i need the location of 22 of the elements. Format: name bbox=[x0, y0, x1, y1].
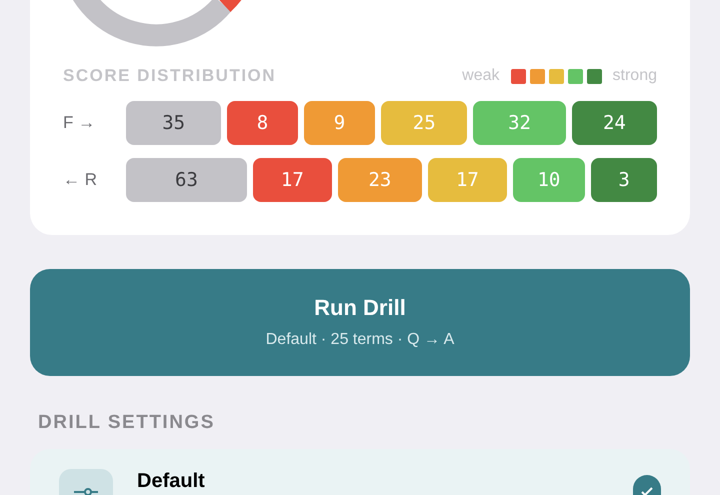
row-label: ← R bbox=[63, 169, 98, 192]
score-segment: 17 bbox=[253, 158, 332, 202]
score-segment: 8 bbox=[227, 101, 298, 145]
section-heading: SCORE DISTRIBUTION bbox=[63, 65, 276, 88]
score-segment: 23 bbox=[338, 158, 422, 202]
settings-name: Default bbox=[137, 469, 205, 493]
score-segment: 3 bbox=[591, 158, 657, 202]
score-segment: 17 bbox=[428, 158, 507, 202]
score-segment: 24 bbox=[572, 101, 657, 145]
score-segment: 10 bbox=[512, 158, 586, 202]
score-segment: 35 bbox=[126, 101, 222, 145]
row-label: F → bbox=[63, 112, 96, 134]
score-segment: 25 bbox=[381, 101, 468, 145]
legend-label: strong bbox=[612, 66, 657, 86]
score-segment: 32 bbox=[473, 101, 566, 145]
score-segment: 63 bbox=[126, 158, 247, 202]
score-segment: 9 bbox=[304, 101, 376, 145]
settings-item[interactable]: Default bbox=[30, 449, 690, 495]
run-drill-button[interactable]: Run Drill Default · 25 terms · Q → A bbox=[30, 269, 690, 376]
legend-label: weak bbox=[462, 66, 500, 86]
checkmark-icon bbox=[633, 475, 661, 495]
section-heading: DRILL SETTINGS bbox=[38, 411, 215, 435]
